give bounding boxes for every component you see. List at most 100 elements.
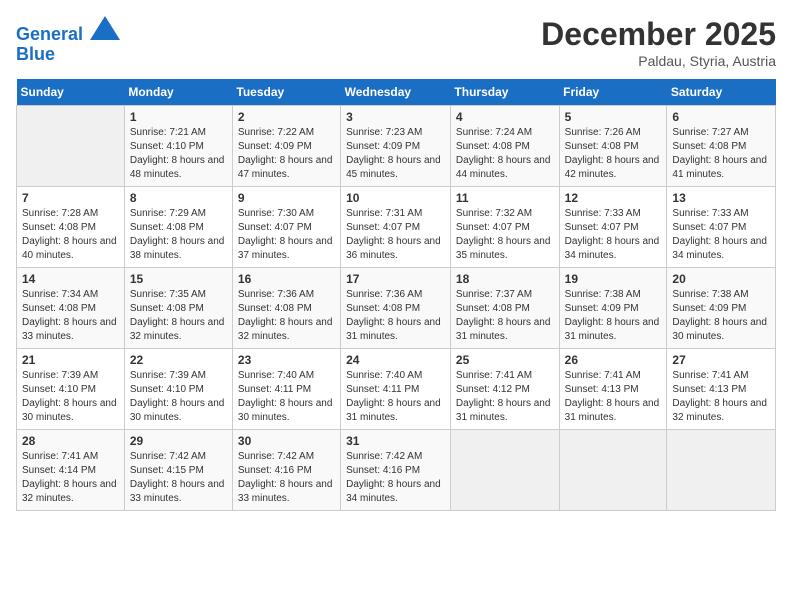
calendar-cell [667,430,776,511]
day-number: 31 [346,434,445,448]
calendar-cell [559,430,667,511]
day-info: Sunrise: 7:30 AM Sunset: 4:07 PM Dayligh… [238,207,335,263]
day-info: Sunrise: 7:28 AM Sunset: 4:08 PM Dayligh… [22,207,119,263]
day-number: 18 [456,272,554,286]
logo-text: General Blue [16,16,120,65]
day-info: Sunrise: 7:22 AM Sunset: 4:09 PM Dayligh… [238,126,335,182]
calendar-cell: 2 Sunrise: 7:22 AM Sunset: 4:09 PM Dayli… [232,106,340,187]
calendar-cell: 4 Sunrise: 7:24 AM Sunset: 4:08 PM Dayli… [450,106,559,187]
day-header-friday: Friday [559,79,667,106]
day-number: 5 [565,110,662,124]
calendar-cell [450,430,559,511]
day-number: 3 [346,110,445,124]
day-number: 13 [672,191,770,205]
day-info: Sunrise: 7:35 AM Sunset: 4:08 PM Dayligh… [130,288,227,344]
day-number: 24 [346,353,445,367]
day-info: Sunrise: 7:31 AM Sunset: 4:07 PM Dayligh… [346,207,445,263]
calendar-cell: 18 Sunrise: 7:37 AM Sunset: 4:08 PM Dayl… [450,268,559,349]
day-info: Sunrise: 7:32 AM Sunset: 4:07 PM Dayligh… [456,207,554,263]
calendar-cell [17,106,125,187]
day-number: 16 [238,272,335,286]
day-number: 27 [672,353,770,367]
day-header-tuesday: Tuesday [232,79,340,106]
day-number: 17 [346,272,445,286]
day-number: 8 [130,191,227,205]
day-number: 1 [130,110,227,124]
calendar-cell: 27 Sunrise: 7:41 AM Sunset: 4:13 PM Dayl… [667,349,776,430]
day-info: Sunrise: 7:40 AM Sunset: 4:11 PM Dayligh… [238,369,335,425]
calendar-cell: 12 Sunrise: 7:33 AM Sunset: 4:07 PM Dayl… [559,187,667,268]
calendar-cell: 17 Sunrise: 7:36 AM Sunset: 4:08 PM Dayl… [341,268,451,349]
day-info: Sunrise: 7:40 AM Sunset: 4:11 PM Dayligh… [346,369,445,425]
calendar-cell: 14 Sunrise: 7:34 AM Sunset: 4:08 PM Dayl… [17,268,125,349]
day-info: Sunrise: 7:36 AM Sunset: 4:08 PM Dayligh… [346,288,445,344]
day-header-saturday: Saturday [667,79,776,106]
day-info: Sunrise: 7:39 AM Sunset: 4:10 PM Dayligh… [130,369,227,425]
day-info: Sunrise: 7:38 AM Sunset: 4:09 PM Dayligh… [672,288,770,344]
calendar-cell: 22 Sunrise: 7:39 AM Sunset: 4:10 PM Dayl… [124,349,232,430]
calendar-table: SundayMondayTuesdayWednesdayThursdayFrid… [16,79,776,511]
calendar-cell: 29 Sunrise: 7:42 AM Sunset: 4:15 PM Dayl… [124,430,232,511]
day-header-monday: Monday [124,79,232,106]
calendar-cell: 26 Sunrise: 7:41 AM Sunset: 4:13 PM Dayl… [559,349,667,430]
day-info: Sunrise: 7:41 AM Sunset: 4:13 PM Dayligh… [565,369,662,425]
calendar-cell: 13 Sunrise: 7:33 AM Sunset: 4:07 PM Dayl… [667,187,776,268]
day-number: 20 [672,272,770,286]
day-number: 15 [130,272,227,286]
day-number: 22 [130,353,227,367]
day-info: Sunrise: 7:37 AM Sunset: 4:08 PM Dayligh… [456,288,554,344]
day-info: Sunrise: 7:41 AM Sunset: 4:12 PM Dayligh… [456,369,554,425]
day-number: 10 [346,191,445,205]
week-row-3: 14 Sunrise: 7:34 AM Sunset: 4:08 PM Dayl… [17,268,776,349]
calendar-cell: 25 Sunrise: 7:41 AM Sunset: 4:12 PM Dayl… [450,349,559,430]
day-info: Sunrise: 7:33 AM Sunset: 4:07 PM Dayligh… [672,207,770,263]
calendar-cell: 21 Sunrise: 7:39 AM Sunset: 4:10 PM Dayl… [17,349,125,430]
calendar-cell: 19 Sunrise: 7:38 AM Sunset: 4:09 PM Dayl… [559,268,667,349]
header-row: SundayMondayTuesdayWednesdayThursdayFrid… [17,79,776,106]
day-number: 30 [238,434,335,448]
calendar-cell: 6 Sunrise: 7:27 AM Sunset: 4:08 PM Dayli… [667,106,776,187]
calendar-cell: 3 Sunrise: 7:23 AM Sunset: 4:09 PM Dayli… [341,106,451,187]
day-header-sunday: Sunday [17,79,125,106]
day-number: 4 [456,110,554,124]
calendar-cell: 9 Sunrise: 7:30 AM Sunset: 4:07 PM Dayli… [232,187,340,268]
day-number: 12 [565,191,662,205]
week-row-4: 21 Sunrise: 7:39 AM Sunset: 4:10 PM Dayl… [17,349,776,430]
day-info: Sunrise: 7:36 AM Sunset: 4:08 PM Dayligh… [238,288,335,344]
month-title: December 2025 [541,16,776,53]
logo: General Blue [16,16,120,65]
day-info: Sunrise: 7:27 AM Sunset: 4:08 PM Dayligh… [672,126,770,182]
day-number: 25 [456,353,554,367]
day-info: Sunrise: 7:33 AM Sunset: 4:07 PM Dayligh… [565,207,662,263]
day-info: Sunrise: 7:39 AM Sunset: 4:10 PM Dayligh… [22,369,119,425]
calendar-cell: 1 Sunrise: 7:21 AM Sunset: 4:10 PM Dayli… [124,106,232,187]
calendar-cell: 8 Sunrise: 7:29 AM Sunset: 4:08 PM Dayli… [124,187,232,268]
day-number: 11 [456,191,554,205]
day-info: Sunrise: 7:24 AM Sunset: 4:08 PM Dayligh… [456,126,554,182]
day-info: Sunrise: 7:26 AM Sunset: 4:08 PM Dayligh… [565,126,662,182]
day-info: Sunrise: 7:34 AM Sunset: 4:08 PM Dayligh… [22,288,119,344]
calendar-cell: 31 Sunrise: 7:42 AM Sunset: 4:16 PM Dayl… [341,430,451,511]
day-number: 6 [672,110,770,124]
day-info: Sunrise: 7:41 AM Sunset: 4:13 PM Dayligh… [672,369,770,425]
day-number: 14 [22,272,119,286]
calendar-cell: 24 Sunrise: 7:40 AM Sunset: 4:11 PM Dayl… [341,349,451,430]
logo-icon [90,16,120,40]
calendar-cell: 15 Sunrise: 7:35 AM Sunset: 4:08 PM Dayl… [124,268,232,349]
calendar-cell: 28 Sunrise: 7:41 AM Sunset: 4:14 PM Dayl… [17,430,125,511]
day-info: Sunrise: 7:23 AM Sunset: 4:09 PM Dayligh… [346,126,445,182]
calendar-cell: 30 Sunrise: 7:42 AM Sunset: 4:16 PM Dayl… [232,430,340,511]
day-info: Sunrise: 7:21 AM Sunset: 4:10 PM Dayligh… [130,126,227,182]
title-block: December 2025 Paldau, Styria, Austria [541,16,776,69]
page-header: General Blue December 2025 Paldau, Styri… [16,16,776,69]
location-subtitle: Paldau, Styria, Austria [541,53,776,69]
day-header-thursday: Thursday [450,79,559,106]
week-row-5: 28 Sunrise: 7:41 AM Sunset: 4:14 PM Dayl… [17,430,776,511]
day-number: 23 [238,353,335,367]
calendar-cell: 11 Sunrise: 7:32 AM Sunset: 4:07 PM Dayl… [450,187,559,268]
day-number: 19 [565,272,662,286]
calendar-cell: 7 Sunrise: 7:28 AM Sunset: 4:08 PM Dayli… [17,187,125,268]
calendar-cell: 5 Sunrise: 7:26 AM Sunset: 4:08 PM Dayli… [559,106,667,187]
day-header-wednesday: Wednesday [341,79,451,106]
day-info: Sunrise: 7:42 AM Sunset: 4:16 PM Dayligh… [346,450,445,506]
